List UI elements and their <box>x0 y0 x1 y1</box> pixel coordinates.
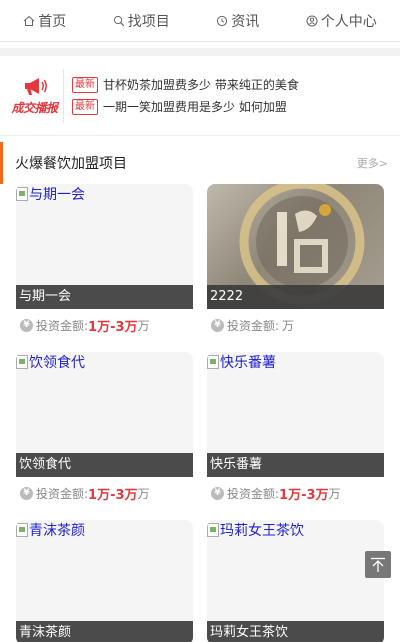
news-item[interactable]: 最新 甘杯奶茶加盟费多少 带来纯正的美食 <box>72 74 394 96</box>
project-name: 玛莉女王茶饮 <box>207 621 384 642</box>
nav-news-label: 资讯 <box>231 13 260 30</box>
project-name: 青沫茶颜 <box>16 621 193 642</box>
image-alt-text: 青沫茶颜 <box>16 520 85 540</box>
investment-info: ¥ 投资金额: 1万-3万 万 <box>207 477 384 509</box>
investment-label: 投资金额: <box>36 318 89 333</box>
broken-image-icon <box>207 355 219 369</box>
project-image: 饮领食代 饮领食代 <box>16 352 193 477</box>
image-alt-text: 玛莉女王茶饮 <box>207 520 304 540</box>
nav-home-label: 首页 <box>38 13 67 30</box>
investment-amount: 1万-3万 <box>88 319 138 335</box>
yen-coin-icon: ¥ <box>211 318 224 332</box>
investment-label: 投资金额: <box>227 486 280 501</box>
investment-label: 投资金额: <box>227 318 280 333</box>
news-title: 一期一笑加盟费用是多少 如何加盟 <box>103 100 287 114</box>
project-image: 快乐番薯 快乐番薯 <box>207 352 384 477</box>
investment-unit: 万 <box>137 318 150 333</box>
news-item[interactable]: 最新 一期一笑加盟费用是多少 如何加盟 <box>72 96 394 118</box>
news-list: 最新 甘杯奶茶加盟费多少 带来纯正的美食 最新 一期一笑加盟费用是多少 如何加盟 <box>72 74 394 118</box>
megaphone-icon <box>24 78 47 95</box>
yen-coin-icon: ¥ <box>20 318 33 332</box>
investment-info: ¥ 投资金额: 1万-3万 万 <box>16 477 193 509</box>
section-title: 火爆餐饮加盟项目 <box>15 156 127 172</box>
back-to-top-button[interactable] <box>365 551 391 578</box>
new-badge: 最新 <box>72 98 98 115</box>
investment-info: ¥ 投资金额: 1万-3万 万 <box>16 309 193 341</box>
nav-find-project[interactable]: 找项目 <box>113 11 170 31</box>
investment-info: ¥ 投资金额: 万 <box>207 309 384 341</box>
project-grid: 与期一会 与期一会 ¥ 投资金额: 1万-3万 万 2222 ¥ 投资金额: 万… <box>0 184 400 642</box>
yen-coin-icon: ¥ <box>211 486 224 500</box>
top-nav: 首页 找项目 资讯 个人中心 <box>0 0 400 42</box>
project-card[interactable]: 饮领食代 饮领食代 ¥ 投资金额: 1万-3万 万 <box>16 352 193 509</box>
project-name: 2222 <box>207 285 384 309</box>
nav-find-project-label: 找项目 <box>127 13 170 30</box>
history-icon <box>217 15 228 26</box>
news-title: 甘杯奶茶加盟费多少 带来纯正的美食 <box>103 78 299 92</box>
investment-unit: 万 <box>137 486 150 501</box>
project-card[interactable]: 2222 ¥ 投资金额: 万 <box>207 184 384 341</box>
deal-broadcast: 成交播报 最新 甘杯奶茶加盟费多少 带来纯正的美食 最新 一期一笑加盟费用是多少… <box>0 56 400 136</box>
investment-label: 投资金额: <box>36 486 89 501</box>
section-header: 火爆餐饮加盟项目 更多> <box>0 142 400 184</box>
nav-home[interactable]: 首页 <box>23 11 66 31</box>
project-card[interactable]: 玛莉女王茶饮 玛莉女王茶饮 <box>207 520 384 642</box>
image-alt-text: 与期一会 <box>16 184 85 204</box>
search-icon <box>113 15 124 26</box>
broken-image-icon <box>16 523 28 537</box>
broken-image-icon <box>16 187 28 201</box>
nav-personal-center-label: 个人中心 <box>320 13 377 30</box>
broadcast-logo: 成交播报 <box>6 68 64 123</box>
project-name: 快乐番薯 <box>207 453 384 477</box>
image-alt-text: 快乐番薯 <box>207 352 276 372</box>
investment-amount: 1万-3万 <box>279 487 329 503</box>
nav-news[interactable]: 资讯 <box>216 11 259 31</box>
investment-amount: 1万-3万 <box>88 487 138 503</box>
home-icon <box>23 15 35 26</box>
project-image: 2222 <box>207 184 384 309</box>
user-icon <box>306 15 318 26</box>
project-name: 与期一会 <box>16 285 193 309</box>
project-card[interactable]: 与期一会 与期一会 ¥ 投资金额: 1万-3万 万 <box>16 184 193 341</box>
broken-image-icon <box>16 355 28 369</box>
project-image: 与期一会 与期一会 <box>16 184 193 309</box>
broken-image-icon <box>207 523 219 537</box>
project-image: 玛莉女王茶饮 玛莉女王茶饮 <box>207 520 384 642</box>
more-link[interactable]: 更多> <box>357 155 388 171</box>
image-alt-text: 饮领食代 <box>16 352 85 372</box>
investment-unit: 万 <box>328 486 341 501</box>
broadcast-logo-text: 成交播报 <box>11 101 58 115</box>
project-name: 饮领食代 <box>16 453 193 477</box>
project-card[interactable]: 青沫茶颜 青沫茶颜 <box>16 520 193 642</box>
investment-unit: 万 <box>282 318 295 333</box>
nav-personal-center[interactable]: 个人中心 <box>306 11 377 31</box>
divider <box>0 48 400 56</box>
arrow-up-icon <box>371 557 385 572</box>
project-card[interactable]: 快乐番薯 快乐番薯 ¥ 投资金额: 1万-3万 万 <box>207 352 384 509</box>
yen-coin-icon: ¥ <box>20 486 33 500</box>
project-image: 青沫茶颜 青沫茶颜 <box>16 520 193 642</box>
new-badge: 最新 <box>72 76 98 93</box>
